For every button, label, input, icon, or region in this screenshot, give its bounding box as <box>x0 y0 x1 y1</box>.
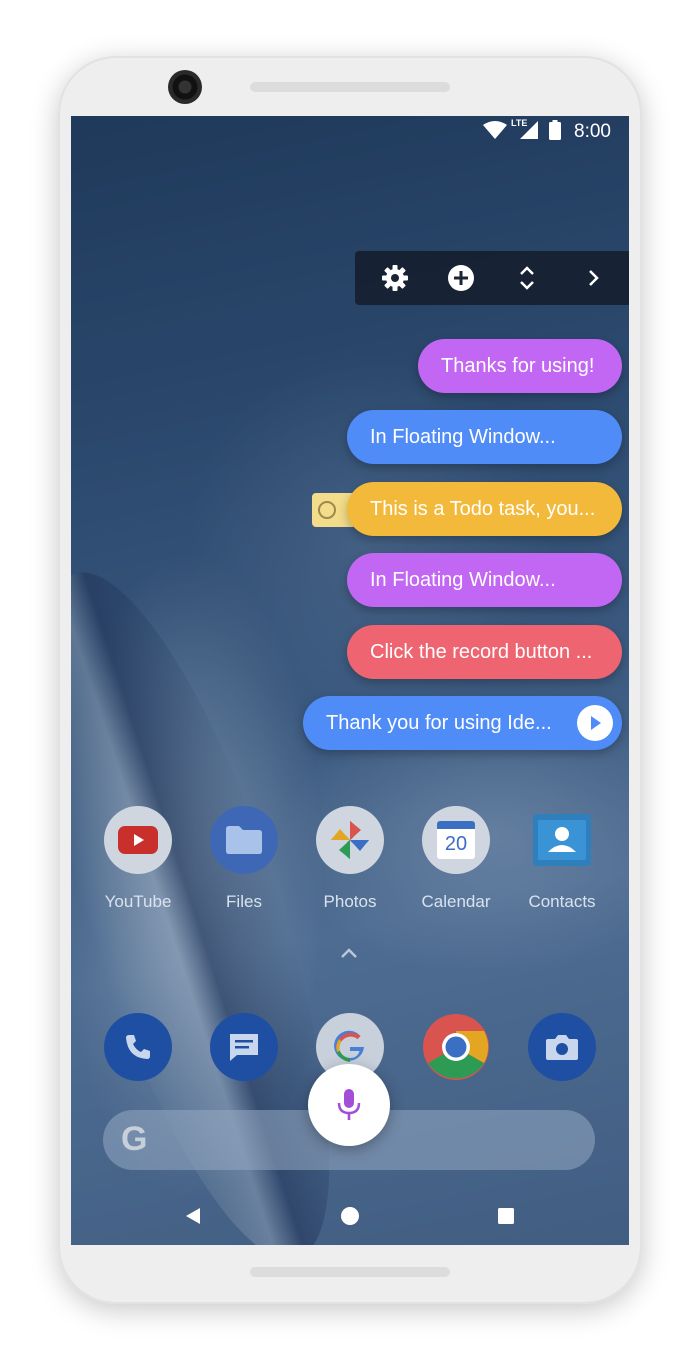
youtube-icon <box>104 806 172 874</box>
chevron-right-icon[interactable] <box>577 262 609 294</box>
app-photos[interactable]: Photos <box>300 806 400 912</box>
earpiece-speaker <box>250 82 450 92</box>
app-youtube[interactable]: YouTube <box>88 806 188 912</box>
bubble-record[interactable]: Click the record button ... <box>347 625 622 679</box>
bubble-floating-window[interactable]: In Floating Window... <box>347 410 622 464</box>
app-files[interactable]: Files <box>194 806 294 912</box>
bottom-speaker <box>250 1267 450 1277</box>
app-label: Contacts <box>528 892 596 911</box>
home-icon[interactable] <box>335 1201 365 1231</box>
google-g-logo: G <box>121 1120 148 1158</box>
signal-icon <box>519 120 539 145</box>
screen: LTE 8:00 Thanks for using! In Floating W… <box>71 116 629 1245</box>
gear-icon[interactable] <box>379 262 411 294</box>
front-camera <box>168 70 202 104</box>
bubble-floating-window-2[interactable]: In Floating Window... <box>347 553 622 607</box>
camera-icon[interactable] <box>528 1013 596 1081</box>
chrome-icon[interactable] <box>422 1013 490 1081</box>
mic-icon <box>337 1089 361 1120</box>
recents-icon[interactable] <box>491 1201 521 1231</box>
voice-record-button[interactable] <box>308 1064 390 1146</box>
calendar-date: 20 <box>444 832 468 855</box>
floating-toolbar <box>355 251 629 305</box>
bubble-text: In Floating Window... <box>370 568 556 591</box>
app-label: Calendar <box>421 892 491 911</box>
bubble-text: In Floating Window... <box>370 425 556 448</box>
wifi-icon <box>482 120 508 145</box>
calendar-icon: 20 <box>422 806 490 874</box>
todo-circle-icon[interactable] <box>318 501 336 519</box>
back-icon[interactable] <box>178 1201 208 1231</box>
app-label: Photos <box>323 892 377 911</box>
contacts-icon <box>528 806 596 874</box>
photos-icon <box>316 806 384 874</box>
bubble-audio[interactable]: Thank you for using Ide... <box>303 696 622 750</box>
app-contacts[interactable]: Contacts <box>512 806 612 912</box>
app-calendar[interactable]: 20 Calendar <box>406 806 506 912</box>
phone-frame: LTE 8:00 Thanks for using! In Floating W… <box>58 56 642 1304</box>
phone-icon[interactable] <box>104 1013 172 1081</box>
messages-icon[interactable] <box>210 1013 278 1081</box>
bubble-text: Thank you for using Ide... <box>326 711 552 734</box>
files-icon <box>210 806 278 874</box>
play-icon <box>591 716 601 730</box>
bubble-text: This is a Todo task, you... <box>370 497 596 520</box>
bubble-text: Thanks for using! <box>441 354 595 377</box>
bubble-thanks[interactable]: Thanks for using! <box>418 339 622 393</box>
add-circle-icon[interactable] <box>445 262 477 294</box>
play-button[interactable] <box>577 705 613 741</box>
bubble-text: Click the record button ... <box>370 640 593 663</box>
bubble-todo[interactable]: This is a Todo task, you... <box>347 482 622 536</box>
battery-icon <box>549 120 561 145</box>
status-bar: LTE 8:00 <box>71 116 629 144</box>
app-label: Files <box>226 892 262 911</box>
status-time: 8:00 <box>574 121 611 142</box>
app-drawer-chevron-icon[interactable] <box>338 946 360 965</box>
app-label: YouTube <box>104 892 172 911</box>
expand-collapse-icon[interactable] <box>511 262 543 294</box>
